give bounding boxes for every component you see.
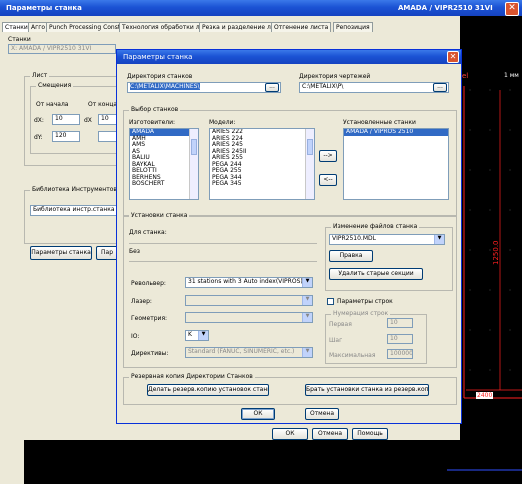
cad-grid-dots bbox=[469, 89, 511, 371]
row-params-checkbox[interactable] bbox=[327, 298, 334, 305]
manufacturers-scrollbar[interactable] bbox=[189, 129, 198, 199]
back-dialog-titlebar[interactable]: Параметры станка bbox=[0, 0, 460, 16]
choose-machines-caption: Выбор станков bbox=[129, 106, 181, 113]
setup-group-caption: Установки станка bbox=[129, 212, 190, 219]
list-item[interactable]: BOSCHERT bbox=[130, 180, 198, 188]
machines-dir-value: C:\METALIX\MACHINES\ bbox=[130, 83, 200, 90]
add-machine-button[interactable]: --> bbox=[319, 150, 337, 162]
library-group: Библиотека Инструментов станка bbox=[24, 186, 143, 244]
remove-machine-button[interactable]: <-- bbox=[319, 174, 337, 186]
dy-field[interactable]: 120 bbox=[52, 131, 80, 142]
installed-list[interactable]: AMADA / VIPROS 2510 bbox=[343, 128, 449, 200]
first-field[interactable]: 10 bbox=[387, 318, 413, 328]
chevron-down-icon: ▼ bbox=[302, 313, 312, 322]
for-machine-divider bbox=[129, 261, 317, 262]
drawings-dir-field[interactable]: C:\METALIX\P\ bbox=[299, 82, 449, 93]
models-label: Модели: bbox=[209, 119, 236, 126]
directives-label: Директивы: bbox=[131, 350, 169, 357]
offsets-group-caption: Смещения bbox=[36, 82, 74, 89]
installed-label: Установленные станки bbox=[343, 119, 416, 126]
revolver-select[interactable]: 31 stations with 3 Auto index(VIPROS) ▼ bbox=[185, 277, 313, 288]
dx-label: dX: bbox=[34, 117, 44, 124]
chevron-down-icon: ▼ bbox=[434, 235, 444, 244]
backup-make-button[interactable]: Делать резерв.копию установок станка bbox=[147, 384, 269, 396]
drawings-dir-label: Директория чертежей bbox=[299, 73, 371, 80]
dialog-titlebar[interactable]: Параметры станка ✕ bbox=[117, 50, 461, 64]
mdl-file-select[interactable]: VIPR2510.MDL ▼ bbox=[329, 234, 445, 245]
cad-partial-text: el bbox=[462, 72, 469, 80]
machines-dir-field[interactable]: C:\METALIX\MACHINES\ bbox=[127, 82, 281, 93]
chevron-down-icon: ▼ bbox=[302, 348, 312, 357]
backup-take-button[interactable]: Брать установки станка из резерв.копии bbox=[305, 384, 429, 396]
tab-machines[interactable]: Станки bbox=[2, 22, 31, 32]
first-label: Первая bbox=[329, 321, 352, 328]
geometry-label: Геометрия: bbox=[131, 315, 168, 322]
cad-dimension-right: 1250.0 bbox=[492, 240, 500, 266]
for-machine-divider bbox=[129, 243, 317, 244]
machine-titlebar-text: AMADA / VIPR2510 31VI bbox=[398, 4, 493, 12]
dialog-title: Параметры станка bbox=[123, 53, 193, 61]
cad-dimension-top: 1 мм bbox=[504, 72, 519, 79]
list-item[interactable]: PEGA 345 bbox=[210, 180, 314, 188]
change-file-caption: Изменение файлов станка bbox=[331, 223, 420, 230]
machines-dir-browse-button[interactable]: ... bbox=[265, 83, 279, 92]
main-close-icon[interactable]: ✕ bbox=[505, 2, 519, 16]
revolver-label: Револьвер: bbox=[131, 280, 166, 287]
dx2-field[interactable]: 10 bbox=[98, 114, 118, 125]
dialog-close-icon[interactable]: ✕ bbox=[447, 51, 459, 63]
back-machine-field: X: AMADA / VIPR2510 31VI bbox=[8, 44, 116, 54]
step-field[interactable]: 10 bbox=[387, 334, 413, 344]
chevron-down-icon: ▼ bbox=[302, 278, 312, 287]
dy-label: dY: bbox=[34, 134, 43, 141]
max-label: Максимальная bbox=[329, 352, 376, 359]
back-help-button[interactable]: Помощь bbox=[352, 428, 388, 440]
io-label: IO: bbox=[131, 333, 140, 340]
max-field[interactable]: 100000 bbox=[387, 349, 413, 359]
tab-sheet-separation[interactable]: Отгенение листа bbox=[271, 22, 332, 32]
machine-params-button[interactable]: Параметры станка bbox=[30, 246, 92, 260]
from-start-label: От начала bbox=[36, 101, 69, 108]
chevron-down-icon: ▼ bbox=[198, 331, 208, 340]
tab-reposition[interactable]: Репозиция bbox=[333, 22, 373, 32]
machine-params-dialog: Параметры станка ✕ Директория станков C:… bbox=[116, 49, 462, 424]
cancel-button[interactable]: Отмена bbox=[305, 408, 339, 420]
for-machine-value: Без bbox=[129, 248, 140, 255]
back-ok-button[interactable]: ОК bbox=[272, 428, 308, 440]
geometry-select[interactable]: ▼ bbox=[185, 312, 313, 323]
laser-select[interactable]: ▼ bbox=[185, 295, 313, 306]
edit-file-button[interactable]: Правка bbox=[329, 250, 373, 262]
second-params-button[interactable]: Пар bbox=[96, 246, 118, 260]
chevron-down-icon: ▼ bbox=[302, 296, 312, 305]
numbering-caption: Нумерация строк bbox=[331, 310, 391, 317]
scroll-thumb[interactable] bbox=[307, 139, 313, 155]
ok-button[interactable]: ОК bbox=[241, 408, 275, 420]
for-machine-label: Для станка: bbox=[129, 229, 167, 236]
directives-select[interactable]: Standard (FANUC, SINUMERIC, etc.) ▼ bbox=[185, 347, 313, 358]
scroll-thumb[interactable] bbox=[191, 139, 197, 155]
models-list[interactable]: ARIES 222 ARIES 224 ARIES 245 ARIES 245I… bbox=[209, 128, 315, 200]
back-tabstrip: Станки Агго Punch Processing Constants Т… bbox=[2, 22, 382, 32]
drawings-dir-browse-button[interactable]: ... bbox=[433, 83, 447, 92]
backup-caption: Резервная копия Директории Станков bbox=[129, 373, 255, 380]
dy2-field[interactable] bbox=[98, 131, 118, 142]
back-dialog-title: Параметры станка bbox=[6, 4, 82, 12]
step-label: Шаг bbox=[329, 337, 343, 344]
machines-dir-label: Директория станков bbox=[127, 73, 193, 80]
models-scrollbar[interactable] bbox=[305, 129, 314, 199]
delete-old-sections-button[interactable]: Удалить старые секции bbox=[329, 268, 423, 280]
dx2-label: dX bbox=[84, 117, 92, 124]
manufacturers-list[interactable]: AMADA AMH AMS AS BALIU BAYKAL BELOTTI BE… bbox=[129, 128, 199, 200]
back-machine-group-label: Станки bbox=[8, 36, 31, 43]
library-field[interactable]: Библиотека инстр.станка не исп bbox=[30, 205, 118, 216]
laser-label: Лазер: bbox=[131, 298, 152, 305]
list-item[interactable]: AMADA / VIPROS 2510 bbox=[344, 129, 448, 136]
back-cancel-button[interactable]: Отмена bbox=[312, 428, 348, 440]
io-select[interactable]: K ▼ bbox=[185, 330, 209, 341]
row-params-label: Параметры строк bbox=[337, 298, 393, 305]
from-end-label: От конца bbox=[88, 101, 118, 108]
dx-field[interactable]: 10 bbox=[52, 114, 80, 125]
manufacturers-label: Изготовители: bbox=[129, 119, 176, 126]
sheet-group-caption: Лист bbox=[30, 72, 50, 79]
cad-dimension-bottom: 2400 bbox=[476, 392, 494, 399]
